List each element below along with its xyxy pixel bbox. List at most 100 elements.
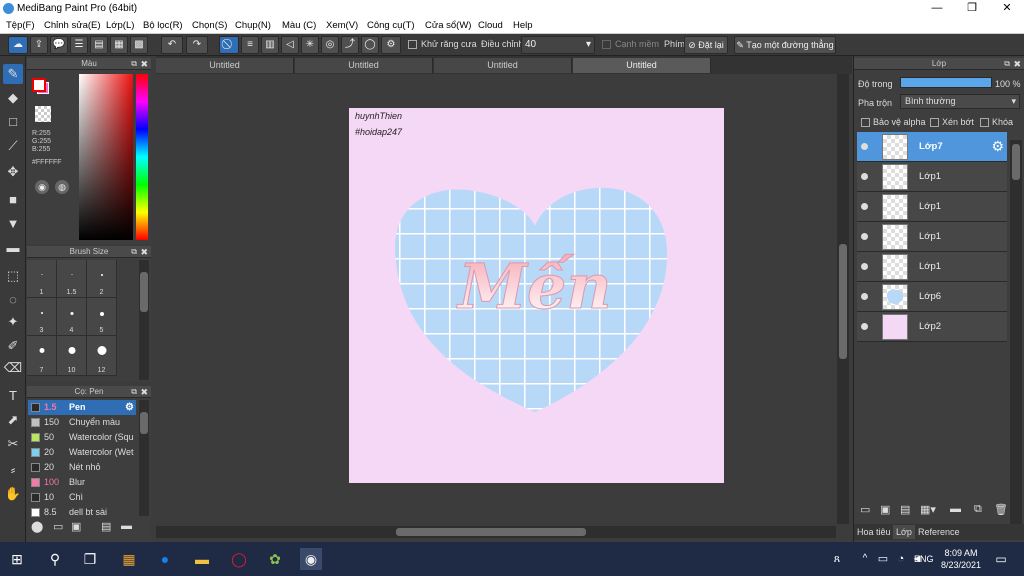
upload-icon[interactable]: ⇪ bbox=[30, 36, 48, 54]
duplicate-layer-icon[interactable]: ⧉ bbox=[974, 503, 982, 516]
brush-add-icon[interactable]: ⬤ bbox=[31, 520, 43, 533]
undo-icon[interactable]: ↶ bbox=[161, 36, 183, 54]
share-icon[interactable]: ☰ bbox=[70, 36, 88, 54]
menu-file[interactable]: Tệp(F) bbox=[6, 20, 35, 31]
divide-tool-icon[interactable]: ✂ bbox=[3, 434, 23, 454]
layer-item[interactable]: Lớp7 ⚙ bbox=[857, 132, 1007, 162]
menu-filter[interactable]: Bộ lọc(R) bbox=[143, 20, 183, 31]
menu-select[interactable]: Chọn(S) bbox=[192, 20, 227, 31]
smudge-tool-icon[interactable]: ⟋ bbox=[3, 136, 23, 156]
eye-icon[interactable] bbox=[861, 233, 868, 240]
brush-list-item[interactable]: 150 Chuyển màu bbox=[28, 415, 136, 430]
canvas-vertical-scrollbar[interactable] bbox=[837, 74, 849, 524]
opera-icon[interactable]: ◯ bbox=[228, 548, 250, 570]
brush-list-item[interactable]: 20 Nét nhỏ bbox=[28, 460, 136, 475]
brush-size-cell[interactable]: 1 bbox=[27, 260, 57, 298]
brush-size-cell[interactable]: 4 bbox=[57, 298, 87, 336]
brush-tool-icon[interactable]: ✎ bbox=[3, 64, 23, 84]
brush-list-item[interactable]: 50 Watercolor (Squ bbox=[28, 430, 136, 445]
snap-parallel-icon[interactable]: ≡ bbox=[241, 36, 259, 54]
eye-icon[interactable] bbox=[861, 143, 868, 150]
brush-list-item[interactable]: 20 Watercolor (Wet bbox=[28, 445, 136, 460]
saturation-value-field[interactable] bbox=[79, 74, 133, 240]
blend-select[interactable]: Bình thường ▾ bbox=[900, 94, 1020, 109]
app-icon-paint[interactable]: ✿ bbox=[264, 548, 286, 570]
canvas-horizontal-scrollbar[interactable] bbox=[156, 526, 836, 538]
brush-size-scrollbar[interactable] bbox=[139, 260, 149, 380]
menu-capture[interactable]: Chụp(N) bbox=[235, 20, 271, 31]
menu-help[interactable]: Help bbox=[513, 20, 533, 31]
primary-color-swatch[interactable] bbox=[32, 78, 46, 92]
snap-circle-icon[interactable]: ◎ bbox=[321, 36, 339, 54]
maximize-button[interactable]: ❐ bbox=[955, 0, 989, 17]
comment-icon[interactable]: 💬 bbox=[50, 36, 68, 54]
document-canvas[interactable]: huynhThien #hoidap247 Mến bbox=[349, 108, 724, 483]
layer-item[interactable]: Lớp2 bbox=[857, 312, 1007, 342]
brush-size-cell[interactable]: 7 bbox=[27, 336, 57, 376]
medibang-taskbar-icon[interactable]: ◉ bbox=[300, 548, 322, 570]
opacity-slider[interactable] bbox=[900, 77, 992, 88]
doc-tab[interactable]: Untitled bbox=[295, 58, 433, 73]
layer-item[interactable]: Lớp6 bbox=[857, 282, 1007, 312]
tab-layer[interactable]: Lớp bbox=[893, 525, 915, 539]
brush-size-cell[interactable]: 1.5 bbox=[57, 260, 87, 298]
redo-icon[interactable]: ↷ bbox=[186, 36, 208, 54]
clock[interactable]: 8:09 AM 8/23/2021 bbox=[940, 547, 982, 571]
palette-icon[interactable]: ◉ bbox=[35, 180, 49, 194]
select-eraser-tool-icon[interactable]: ⌫ bbox=[3, 358, 23, 378]
float-icon[interactable]: ⧉ bbox=[131, 246, 137, 258]
layer-item[interactable]: Lớp1 bbox=[857, 192, 1007, 222]
doc-tab[interactable]: Untitled bbox=[434, 58, 572, 73]
brush-list-item[interactable]: 1.5 Pen ⚙ bbox=[28, 400, 136, 415]
brush-size-cell[interactable]: 2 bbox=[87, 260, 117, 298]
people-icon[interactable]: ጸ bbox=[826, 548, 848, 570]
magic-wand-tool-icon[interactable]: ✦ bbox=[3, 312, 23, 332]
new-brush-icon[interactable]: ▭ bbox=[53, 520, 63, 533]
search-icon[interactable]: ⚲ bbox=[44, 548, 66, 570]
folder-icon[interactable]: ▬ bbox=[121, 520, 132, 532]
file-explorer-icon[interactable]: ▬ bbox=[191, 548, 213, 570]
brush-list-item[interactable]: 10 Chì bbox=[28, 490, 136, 505]
layer-item[interactable]: Lớp1 bbox=[857, 252, 1007, 282]
layer-folder-icon[interactable]: ▬ bbox=[950, 503, 961, 515]
grid-icon[interactable]: ▩ bbox=[130, 36, 148, 54]
doc-tab-active[interactable]: Untitled bbox=[573, 58, 711, 73]
straight-line-button[interactable]: ✎ Tạo một đường thẳng bbox=[734, 36, 836, 54]
clipping-checkbox[interactable] bbox=[930, 118, 939, 127]
zalo-icon[interactable]: ● bbox=[154, 548, 176, 570]
close-button[interactable]: ✕ bbox=[990, 0, 1024, 17]
new-8bit-layer-icon[interactable]: ▤ bbox=[900, 503, 910, 516]
tab-reference[interactable]: Reference bbox=[918, 527, 960, 537]
tab-navigator[interactable]: Hoa tiêu bbox=[857, 527, 891, 537]
language-indicator[interactable]: ENG bbox=[914, 554, 934, 564]
close-icon[interactable]: ✖ bbox=[140, 58, 148, 70]
delete-layer-icon[interactable]: 🗑 bbox=[994, 503, 1008, 516]
color-picker-icon[interactable]: ◍ bbox=[55, 180, 69, 194]
new-halftone-layer-icon[interactable]: ▣ bbox=[880, 503, 890, 516]
float-icon[interactable]: ⧉ bbox=[131, 386, 137, 398]
gear-icon[interactable]: ⚙ bbox=[125, 400, 134, 415]
gear-icon[interactable]: ⚙ bbox=[991, 138, 1004, 155]
brush-settings-icon[interactable]: ▣ bbox=[71, 520, 81, 533]
brush-size-cell[interactable]: 10 bbox=[57, 336, 87, 376]
eye-icon[interactable] bbox=[861, 203, 868, 210]
menu-layer[interactable]: Lớp(L) bbox=[106, 20, 134, 31]
eye-icon[interactable] bbox=[861, 173, 868, 180]
reset-button[interactable]: ⊘ Đặt lại bbox=[684, 36, 728, 54]
text-tool-icon[interactable]: T bbox=[3, 386, 23, 406]
snap-settings-icon[interactable]: ⚙ bbox=[381, 36, 401, 54]
brush-copy-icon[interactable]: ▤ bbox=[101, 520, 111, 533]
brush-size-cell[interactable]: 5 bbox=[87, 298, 117, 336]
bucket-tool-icon[interactable]: ▼ bbox=[3, 214, 23, 234]
adjust-select[interactable]: 40 ▾ bbox=[521, 36, 595, 54]
float-icon[interactable]: ⧉ bbox=[131, 58, 137, 70]
snap-curve-icon[interactable]: ⤴ bbox=[341, 36, 359, 54]
layer-scrollbar[interactable] bbox=[1010, 140, 1022, 524]
menu-color[interactable]: Màu (C) bbox=[282, 20, 316, 31]
snap-radial-icon[interactable]: ✳ bbox=[301, 36, 319, 54]
eye-icon[interactable] bbox=[861, 323, 868, 330]
brush-list-item[interactable]: 8.5 dell bt sài bbox=[28, 505, 136, 520]
minimize-button[interactable]: — bbox=[920, 0, 954, 17]
page-icon[interactable]: ▤ bbox=[90, 36, 108, 54]
eyedropper-tool-icon[interactable]: ⸗ bbox=[3, 460, 23, 480]
